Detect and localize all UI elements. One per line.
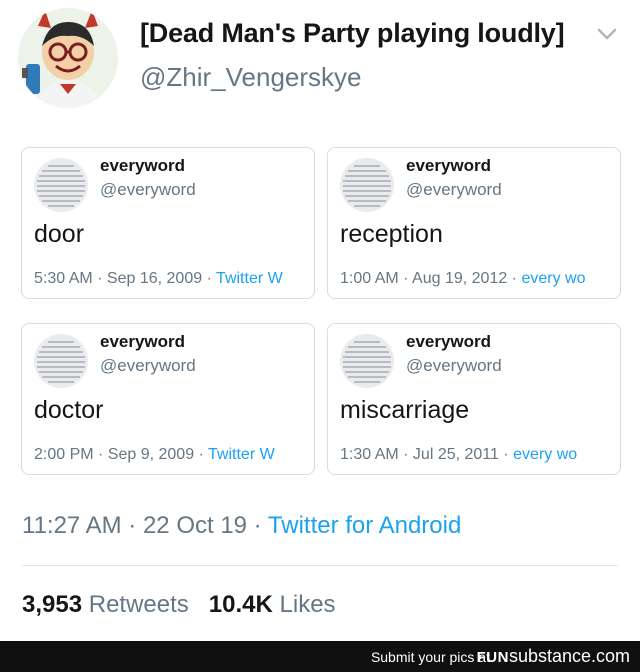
display-name[interactable]: [Dead Man's Party playing loudly]: [140, 18, 565, 49]
quoted-tweet-card[interactable]: everyword @everyword reception 1:00 AM ·…: [327, 147, 621, 299]
quoted-source[interactable]: every wo: [521, 270, 585, 287]
quoted-date: 1:30 AM · Jul 25, 2011 ·: [340, 446, 514, 463]
retweets-label: Retweets: [88, 591, 189, 618]
everyword-avatar: [34, 158, 88, 212]
likes-count: 10.4K: [208, 591, 273, 618]
tweet-timestamp: 11:27 AM · 22 Oct 19 · Twitter for Andro…: [22, 512, 461, 540]
retweets-count: 3,953: [22, 591, 83, 618]
quoted-text: miscarriage: [340, 396, 470, 424]
quoted-meta: 2:00 PM · Sep 9, 2009 · Twitter W: [34, 446, 275, 464]
site-brand[interactable]: FUNsubstance.com: [477, 646, 630, 667]
quoted-handle: @everyword: [100, 180, 196, 199]
user-handle[interactable]: @Zhir_Vengerskye: [140, 62, 362, 93]
tweet-stats: 3,953 Retweets 10.4K Likes: [22, 591, 336, 619]
tweet-source-link[interactable]: Twitter for Android: [268, 512, 461, 539]
quoted-name: everyword: [100, 156, 186, 175]
quoted-name: everyword: [100, 332, 186, 351]
quoted-name: everyword: [406, 156, 492, 175]
watermark-bar: Submit your pics at FUNsubstance.com: [0, 641, 640, 672]
everyword-avatar: [340, 158, 394, 212]
brand-rest: substance.com: [508, 646, 630, 666]
quoted-tweet-card[interactable]: everyword @everyword miscarriage 1:30 AM…: [327, 323, 621, 475]
quoted-tweet-card[interactable]: everyword @everyword doctor 2:00 PM · Se…: [21, 323, 315, 475]
quoted-source[interactable]: every wo: [513, 446, 577, 463]
brand-fun: FUN: [476, 649, 509, 666]
quoted-date: 2:00 PM · Sep 9, 2009 ·: [34, 446, 209, 463]
submit-text: Submit your pics at: [370, 649, 490, 665]
timestamp-text: 11:27 AM · 22 Oct 19 ·: [22, 512, 268, 539]
quoted-tweet-card[interactable]: everyword @everyword door 5:30 AM · Sep …: [21, 147, 315, 299]
quoted-name: everyword: [406, 332, 492, 351]
likes-label: Likes: [279, 591, 336, 618]
likes-stat[interactable]: 10.4K Likes: [209, 591, 336, 618]
divider: [22, 565, 618, 566]
everyword-avatar: [340, 334, 394, 388]
quoted-handle: @everyword: [406, 180, 502, 199]
quoted-handle: @everyword: [100, 356, 196, 375]
quoted-text: doctor: [34, 396, 104, 424]
quoted-text: door: [34, 220, 85, 248]
quoted-date: 1:00 AM · Aug 19, 2012 ·: [340, 270, 522, 287]
quoted-source[interactable]: Twitter W: [208, 446, 275, 463]
quoted-date: 5:30 AM · Sep 16, 2009 ·: [34, 270, 217, 287]
quoted-text: reception: [340, 220, 443, 248]
avatar-illustration: [18, 8, 118, 108]
quoted-meta: 1:00 AM · Aug 19, 2012 · every wo: [340, 270, 585, 288]
chevron-down-icon[interactable]: [596, 26, 618, 42]
quoted-meta: 5:30 AM · Sep 16, 2009 · Twitter W: [34, 270, 283, 288]
quoted-handle: @everyword: [406, 356, 502, 375]
everyword-avatar: [34, 334, 88, 388]
retweets-stat[interactable]: 3,953 Retweets: [22, 591, 189, 618]
avatar[interactable]: [18, 8, 118, 108]
quoted-meta: 1:30 AM · Jul 25, 2011 · every wo: [340, 446, 577, 464]
quoted-source[interactable]: Twitter W: [216, 270, 283, 287]
